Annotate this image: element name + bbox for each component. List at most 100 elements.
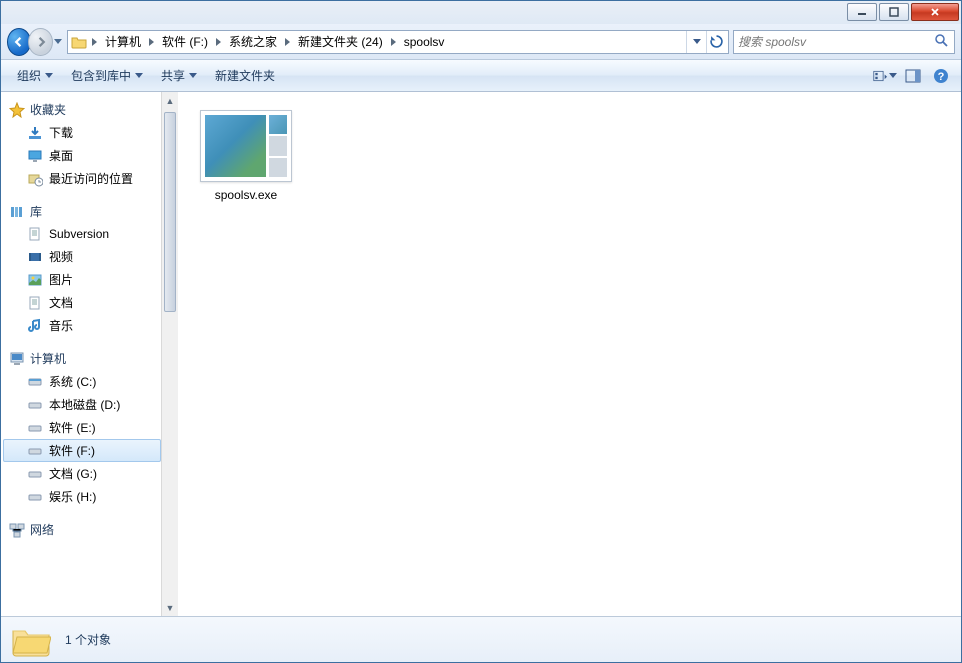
scroll-down-icon[interactable]: ▼	[162, 599, 178, 616]
explorer-window: 计算机 软件 (F:) 系统之家 新建文件夹 (24) spoolsv 组织 包…	[0, 0, 962, 663]
address-dropdown[interactable]	[686, 31, 706, 53]
drive-icon	[27, 489, 43, 505]
history-dropdown[interactable]	[53, 33, 63, 51]
sidebar-item-drive-c[interactable]: 系统 (C:)	[3, 370, 161, 393]
drive-icon	[27, 374, 43, 390]
network-group: 网络	[3, 518, 161, 541]
sidebar-scrollbar[interactable]: ▲ ▼	[161, 92, 178, 616]
sidebar-item-subversion[interactable]: Subversion	[3, 223, 161, 245]
command-bar: 组织 包含到库中 共享 新建文件夹 ?	[1, 60, 961, 92]
chevron-right-icon[interactable]	[146, 38, 157, 46]
chevron-right-icon[interactable]	[388, 38, 399, 46]
organize-label: 组织	[17, 67, 41, 84]
search-input[interactable]	[738, 35, 934, 49]
help-button[interactable]: ?	[929, 65, 953, 87]
picture-icon	[27, 272, 43, 288]
drive-icon	[27, 466, 43, 482]
file-name: spoolsv.exe	[215, 188, 277, 202]
svg-text:?: ?	[938, 71, 945, 83]
item-label: 系统 (C:)	[49, 373, 96, 390]
preview-pane-button[interactable]	[901, 65, 925, 87]
maximize-button[interactable]	[879, 3, 909, 21]
favorites-header[interactable]: 收藏夹	[3, 98, 161, 121]
chevron-down-icon	[189, 73, 197, 78]
item-label: 最近访问的位置	[49, 170, 133, 187]
sidebar-item-recent[interactable]: 最近访问的位置	[3, 167, 161, 190]
scroll-thumb[interactable]	[164, 112, 176, 312]
content-body: 收藏夹 下载 桌面 最近访问的位置 库 Subversion 视频 图片 文档 …	[1, 92, 961, 616]
organize-button[interactable]: 组织	[9, 63, 61, 88]
chevron-right-icon[interactable]	[89, 38, 100, 46]
sidebar-item-drive-e[interactable]: 软件 (E:)	[3, 416, 161, 439]
chevron-down-icon	[135, 73, 143, 78]
libraries-label: 库	[30, 203, 42, 220]
search-box[interactable]	[733, 30, 955, 54]
nav-history	[7, 27, 63, 57]
sidebar-item-pictures[interactable]: 图片	[3, 268, 161, 291]
item-label: 图片	[49, 271, 73, 288]
breadcrumb-folder2[interactable]: 新建文件夹 (24)	[294, 31, 387, 53]
favorites-group: 收藏夹 下载 桌面 最近访问的位置	[3, 98, 161, 190]
libraries-group: 库 Subversion 视频 图片 文档 音乐	[3, 200, 161, 337]
favorites-label: 收藏夹	[30, 101, 66, 118]
folder-icon	[70, 33, 88, 51]
navigation-pane: 收藏夹 下载 桌面 最近访问的位置 库 Subversion 视频 图片 文档 …	[1, 92, 161, 616]
file-list[interactable]: spoolsv.exe	[182, 92, 961, 616]
chevron-right-icon[interactable]	[282, 38, 293, 46]
breadcrumb-current[interactable]: spoolsv	[400, 31, 449, 53]
recent-icon	[27, 171, 43, 187]
breadcrumb-computer[interactable]: 计算机	[101, 31, 145, 53]
drive-icon	[27, 420, 43, 436]
new-folder-button[interactable]: 新建文件夹	[207, 63, 283, 88]
include-library-button[interactable]: 包含到库中	[63, 63, 151, 88]
item-label: 本地磁盘 (D:)	[49, 396, 120, 413]
file-thumbnail	[200, 110, 292, 182]
item-label: 下载	[49, 124, 73, 141]
breadcrumb-folder1[interactable]: 系统之家	[225, 31, 281, 53]
computer-label: 计算机	[30, 350, 66, 367]
libraries-header[interactable]: 库	[3, 200, 161, 223]
item-label: 音乐	[49, 317, 73, 334]
close-button[interactable]	[911, 3, 959, 21]
search-icon[interactable]	[934, 33, 950, 50]
sidebar-item-drive-f[interactable]: 软件 (F:)	[3, 439, 161, 462]
network-header[interactable]: 网络	[3, 518, 161, 541]
folder-large-icon	[11, 623, 51, 657]
minimize-button[interactable]	[847, 3, 877, 21]
sidebar-item-music[interactable]: 音乐	[3, 314, 161, 337]
view-options-button[interactable]	[873, 65, 897, 87]
include-label: 包含到库中	[71, 67, 131, 84]
item-label: Subversion	[49, 227, 109, 241]
item-label: 软件 (F:)	[49, 442, 95, 459]
library-icon	[9, 204, 25, 220]
details-pane: 1 个对象	[1, 616, 961, 662]
item-label: 视频	[49, 248, 73, 265]
computer-icon	[9, 351, 25, 367]
navigation-bar: 计算机 软件 (F:) 系统之家 新建文件夹 (24) spoolsv	[1, 24, 961, 60]
file-item[interactable]: spoolsv.exe	[196, 106, 296, 206]
item-label: 文档 (G:)	[49, 465, 97, 482]
item-label: 娱乐 (H:)	[49, 488, 96, 505]
window-controls	[847, 3, 959, 21]
sidebar-item-drive-h[interactable]: 娱乐 (H:)	[3, 485, 161, 508]
share-button[interactable]: 共享	[153, 63, 205, 88]
forward-button[interactable]	[28, 28, 52, 56]
star-icon	[9, 102, 25, 118]
document-icon	[27, 295, 43, 311]
chevron-right-icon[interactable]	[213, 38, 224, 46]
video-icon	[27, 249, 43, 265]
sidebar-item-videos[interactable]: 视频	[3, 245, 161, 268]
sidebar-item-drive-d[interactable]: 本地磁盘 (D:)	[3, 393, 161, 416]
sidebar-item-desktop[interactable]: 桌面	[3, 144, 161, 167]
scroll-up-icon[interactable]: ▲	[162, 92, 178, 109]
refresh-button[interactable]	[706, 31, 726, 53]
breadcrumb-drive[interactable]: 软件 (F:)	[158, 31, 212, 53]
document-icon	[27, 226, 43, 242]
computer-group: 计算机 系统 (C:) 本地磁盘 (D:) 软件 (E:) 软件 (F:) 文档…	[3, 347, 161, 508]
computer-header[interactable]: 计算机	[3, 347, 161, 370]
sidebar-item-drive-g[interactable]: 文档 (G:)	[3, 462, 161, 485]
address-bar[interactable]: 计算机 软件 (F:) 系统之家 新建文件夹 (24) spoolsv	[67, 30, 729, 54]
sidebar-item-documents[interactable]: 文档	[3, 291, 161, 314]
drive-icon	[27, 443, 43, 459]
sidebar-item-downloads[interactable]: 下载	[3, 121, 161, 144]
